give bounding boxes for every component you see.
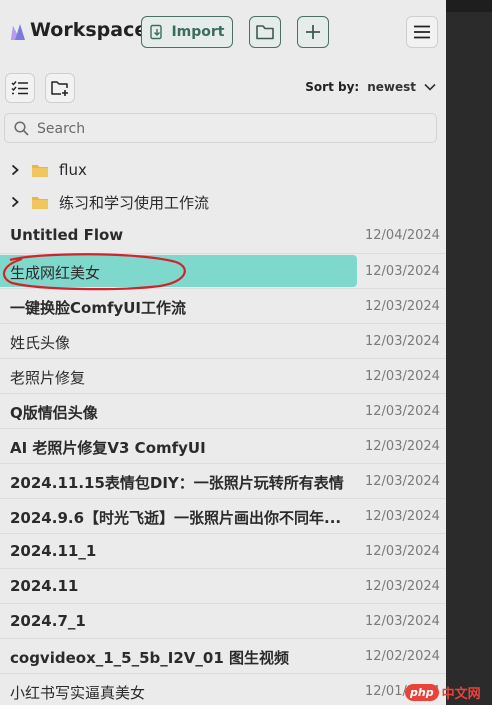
- flow-name: AI 老照片修复V3 ComfyUI: [10, 439, 206, 457]
- flow-name: 2024.11_1: [10, 542, 97, 560]
- folder-item[interactable]: 练习和学习使用工作流: [0, 186, 446, 218]
- flow-date: 12/03/2024: [365, 369, 440, 384]
- editor-topbar: [446, 0, 492, 12]
- search-box: [4, 113, 437, 143]
- flow-date: 12/03/2024: [365, 299, 440, 314]
- flow-name: 2024.7_1: [10, 612, 86, 630]
- search-input[interactable]: [35, 119, 429, 139]
- select-list-button[interactable]: [5, 73, 35, 103]
- import-button-label: Import: [171, 24, 225, 40]
- flow-item[interactable]: AI 老照片修复V3 ComfyUI 12/03/2024: [0, 428, 446, 463]
- watermark-badge: php: [405, 684, 439, 701]
- add-flow-button[interactable]: [297, 16, 329, 48]
- flow-name: 2024.9.6【时光飞逝】一张照片画出你不同年...: [10, 509, 342, 527]
- flow-item[interactable]: 老照片修复 12/03/2024: [0, 358, 446, 393]
- folder-name: 练习和学习使用工作流: [59, 193, 210, 212]
- new-folder-button[interactable]: [249, 16, 281, 48]
- flow-date: 12/02/2024: [365, 649, 440, 664]
- page-title: Workspace: [30, 19, 148, 41]
- flow-item-selected[interactable]: 生成网红美女 12/03/2024: [0, 253, 446, 288]
- watermark: php 中文网: [405, 680, 492, 705]
- flow-name: Untitled Flow: [10, 226, 124, 244]
- flow-name: cogvideox_1_5_5b_I2V_01 图生视频: [10, 649, 290, 667]
- checklist-icon: [11, 81, 28, 95]
- plus-icon: [306, 25, 320, 39]
- flow-name: 2024.11.15表情包DIY：一张照片玩转所有表情: [10, 474, 344, 492]
- flow-date: 12/03/2024: [365, 579, 440, 594]
- flow-date: 12/04/2024: [365, 228, 440, 243]
- import-button[interactable]: Import: [141, 16, 233, 48]
- watermark-text: 中文网: [441, 687, 481, 702]
- folder-plus-icon: [51, 81, 68, 96]
- workspace-header: Workspace Import: [0, 0, 446, 62]
- sort-value: newest: [367, 80, 416, 94]
- flow-date: 12/03/2024: [365, 474, 440, 489]
- flow-date: 12/03/2024: [365, 544, 440, 559]
- flow-date: 12/03/2024: [365, 334, 440, 349]
- flow-item[interactable]: Untitled Flow 12/04/2024: [0, 218, 446, 253]
- flow-item[interactable]: 2024.11.15表情包DIY：一张照片玩转所有表情 12/03/2024: [0, 463, 446, 498]
- folder-icon: [256, 25, 274, 40]
- flow-date: 12/03/2024: [365, 439, 440, 454]
- folder-icon: [32, 196, 48, 209]
- search-icon: [14, 121, 29, 136]
- flow-name: 生成网红美女: [10, 264, 101, 282]
- flow-item[interactable]: 2024.7_1 12/03/2024: [0, 603, 446, 638]
- flow-item[interactable]: Q版情侣头像 12/03/2024: [0, 393, 446, 428]
- editor-background: [446, 0, 492, 705]
- workspace-logo: [11, 24, 25, 40]
- import-icon: [150, 24, 163, 40]
- chevron-right-icon[interactable]: [9, 164, 21, 176]
- flow-item[interactable]: cogvideox_1_5_5b_I2V_01 图生视频 12/02/2024: [0, 638, 446, 673]
- flow-date: 12/03/2024: [365, 614, 440, 629]
- hamburger-icon: [414, 25, 430, 39]
- flow-name: 老照片修复: [10, 369, 86, 387]
- flow-item[interactable]: 2024.11_1 12/03/2024: [0, 533, 446, 568]
- flow-date: 12/03/2024: [365, 509, 440, 524]
- add-folder-button[interactable]: [45, 73, 75, 103]
- chevron-right-icon[interactable]: [9, 196, 21, 208]
- sort-control[interactable]: Sort by: newest: [305, 80, 436, 94]
- chevron-down-icon: [424, 83, 436, 91]
- flow-item[interactable]: 2024.11 12/03/2024: [0, 568, 446, 603]
- folder-item[interactable]: flux: [0, 154, 446, 186]
- flow-name: 一键换脸ComfyUI工作流: [10, 299, 187, 317]
- flow-date: 12/03/2024: [365, 264, 440, 279]
- folder-name: flux: [59, 161, 87, 179]
- sort-label: Sort by:: [305, 80, 360, 94]
- flow-item[interactable]: 小红书写实逼真美女 12/01/2024: [0, 673, 446, 705]
- workspace-panel: Workspace Import Sort by: newest Search …: [0, 0, 446, 705]
- flow-name: 2024.11: [10, 577, 79, 595]
- flow-item[interactable]: 一键换脸ComfyUI工作流 12/03/2024: [0, 288, 446, 323]
- menu-button[interactable]: [406, 16, 438, 48]
- flow-name: 小红书写实逼真美女: [10, 684, 146, 702]
- flow-name: 姓氏头像: [10, 334, 71, 352]
- flow-item[interactable]: 姓氏头像 12/03/2024: [0, 323, 446, 358]
- flow-item[interactable]: 2024.9.6【时光飞逝】一张照片画出你不同年... 12/03/2024: [0, 498, 446, 533]
- flow-name: Q版情侣头像: [10, 404, 98, 422]
- flow-date: 12/03/2024: [365, 404, 440, 419]
- folder-icon: [32, 164, 48, 177]
